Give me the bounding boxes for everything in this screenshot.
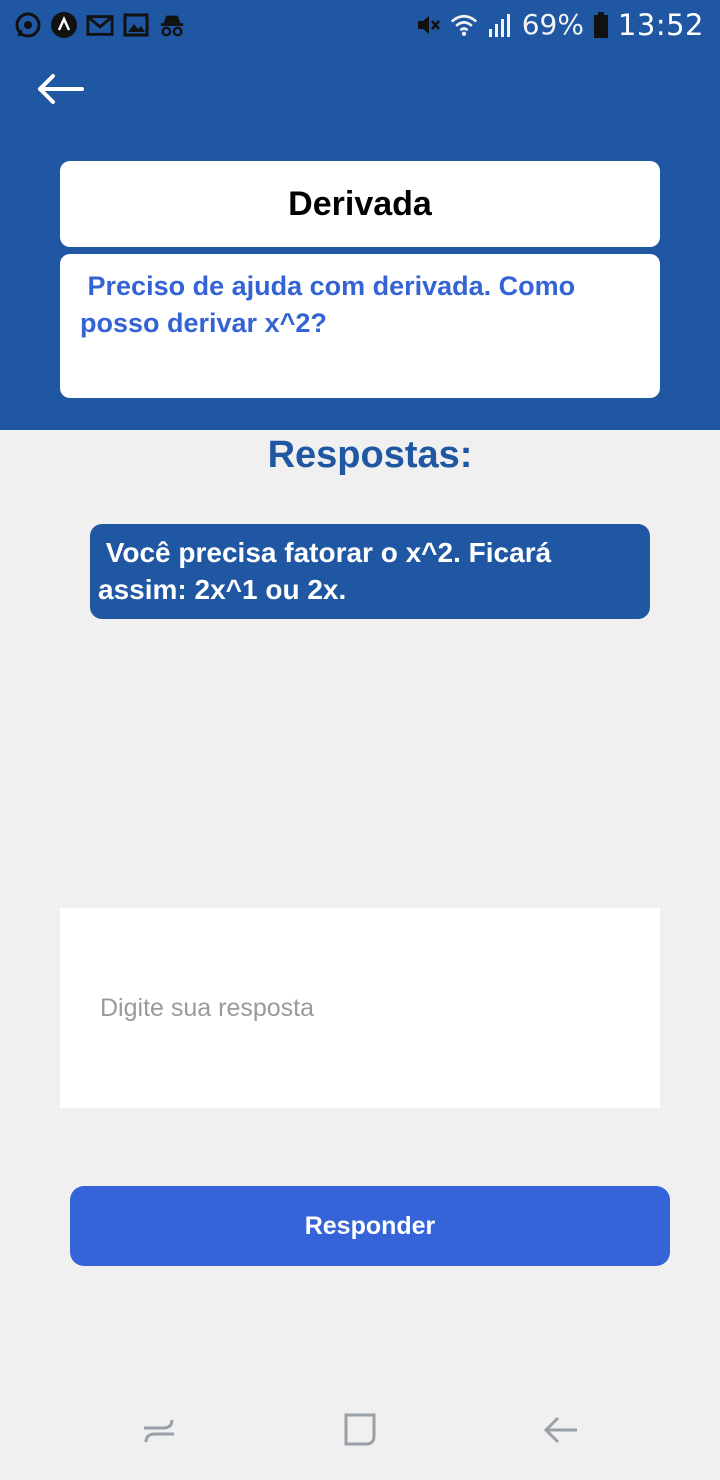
question-title-card: Derivada [60, 161, 660, 247]
arrow-left-icon [36, 73, 84, 110]
reply-button-label: Responder [304, 1211, 436, 1240]
whatsapp-icon [14, 11, 42, 39]
home-button[interactable] [335, 1407, 385, 1457]
notification-icons [14, 8, 186, 42]
navigation-bar [0, 1385, 720, 1480]
question-title: Derivada [288, 184, 432, 223]
incognito-icon [158, 11, 186, 39]
answer-item: Você precisa fatorar o x^2. Ficará assim… [90, 524, 650, 619]
battery-icon [592, 11, 610, 39]
mute-icon [414, 11, 442, 39]
clock: 13:52 [617, 8, 704, 42]
wifi-icon [450, 11, 478, 39]
system-back-button[interactable] [536, 1407, 586, 1457]
back-button[interactable] [30, 68, 90, 114]
question-body: Preciso de ajuda com derivada. Como poss… [80, 271, 576, 338]
answer-text: Você precisa fatorar o x^2. Ficará assim… [98, 537, 552, 605]
reply-button[interactable]: Responder [70, 1186, 670, 1266]
app-icon [50, 11, 78, 39]
recent-apps-icon [139, 1410, 179, 1455]
reply-input[interactable] [60, 908, 660, 1108]
gmail-icon [86, 11, 114, 39]
image-icon [122, 11, 150, 39]
status-bar: 69% 13:52 [0, 0, 720, 52]
signal-icon [486, 11, 514, 39]
back-icon [541, 1410, 581, 1455]
battery-percentage: 69% [521, 8, 584, 41]
recent-apps-button[interactable] [134, 1407, 184, 1457]
answers-heading: Respostas: [267, 434, 473, 476]
home-icon [340, 1410, 380, 1455]
system-indicators: 69% 13:52 [414, 6, 704, 44]
question-card: Preciso de ajuda com derivada. Como poss… [60, 254, 660, 398]
